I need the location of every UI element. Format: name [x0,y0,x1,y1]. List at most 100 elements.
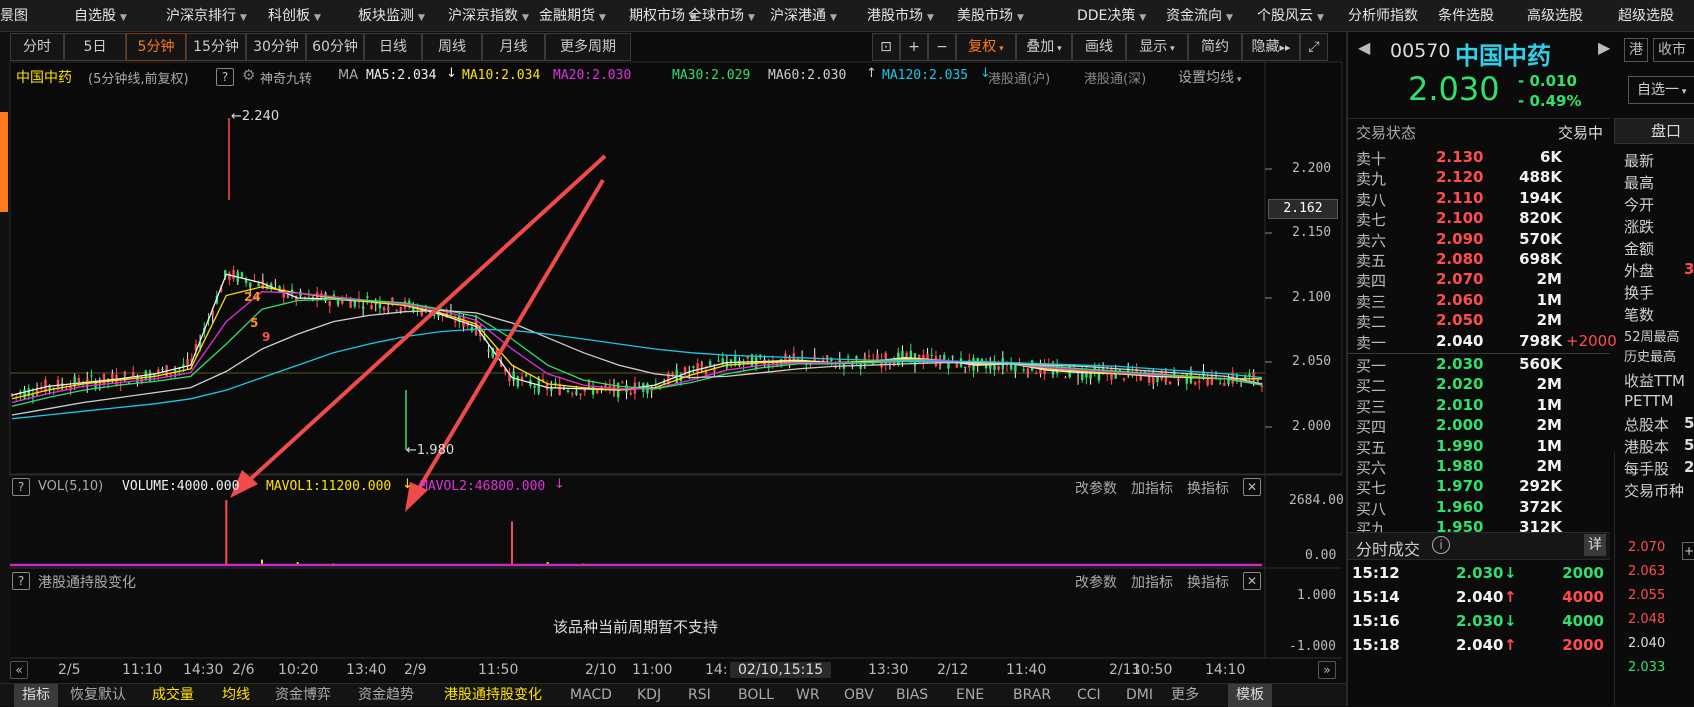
pankou-label: 金额 [1624,238,1654,259]
time-tick-label: 14:10 [1205,662,1245,678]
vol-params-button[interactable]: 改参数 [1075,478,1117,498]
indicator-tab-14[interactable]: ENE [956,684,984,707]
help-icon[interactable]: ? [216,68,234,86]
sell-level-row[interactable]: 卖十2.1306K [1356,148,1616,169]
indicator-tab-15[interactable]: BRAR [1013,684,1051,707]
vol-help-icon[interactable]: ? [12,478,30,496]
candle-body [362,306,364,308]
td-seq-label-b: 5 [250,316,258,330]
shenqi-label[interactable]: 神奇九转 [260,68,312,87]
sell-level-row[interactable]: 卖一2.040798K+2000 [1356,332,1616,353]
indicator-tab-10[interactable]: BOLL [738,684,774,707]
indicator-tab-7[interactable]: MACD [570,684,612,707]
candle-body [579,394,581,395]
indicator-tab-19[interactable]: 模板 [1228,684,1272,707]
arrow-down-icon: ↓ [1504,564,1517,582]
buy-level-row[interactable]: 买三2.0101M [1356,396,1616,417]
vol-switch-indicator-button[interactable]: 换指标 [1187,478,1229,498]
pankou-label: 收益TTM [1624,370,1685,391]
ggt-close-icon[interactable]: ✕ [1243,572,1261,590]
sell-level-row[interactable]: 卖七2.100820K [1356,209,1616,230]
buy-level-row[interactable]: 买二2.0202M [1356,375,1616,396]
price-change: - 0.010 [1518,72,1577,90]
sell-level-label: 卖三 [1356,291,1386,312]
sell-level-row[interactable]: 卖六2.090570K [1356,230,1616,251]
indicator-tab-9[interactable]: RSI [688,684,711,707]
ggt-axis-bottom: -1.000 [1289,639,1336,654]
pankou-tab[interactable]: 盘口 [1614,118,1694,144]
indicator-tab-5[interactable]: 资金趋势 [358,684,414,707]
indicator-tab-17[interactable]: DMI [1126,684,1153,707]
indicator-tab-18[interactable]: 更多 [1171,684,1199,707]
td-seq-label-c: 9 [262,330,270,344]
sell-level-row[interactable]: 卖九2.120488K [1356,168,1616,189]
ggt-switch-indicator-button[interactable]: 换指标 [1187,572,1229,592]
indicator-tab-3[interactable]: 均线 [222,684,250,707]
time-tick-label: 13:30 [868,662,908,678]
candle-body [567,390,569,392]
sell-level-row[interactable]: 卖八2.110194K [1356,189,1616,210]
ggt-hu-toggle[interactable]: 港股通(沪) [988,68,1050,87]
buy-level-row[interactable]: 买五1.9901M [1356,437,1616,458]
buy-level-label: 买八 [1356,498,1386,519]
prev-stock-icon[interactable]: ◀ [1358,38,1370,57]
buy-level-row[interactable]: 买七1.970292K [1356,477,1616,498]
sell-level-row[interactable]: 卖四2.0702M [1356,270,1616,291]
candle-body [630,393,632,395]
indicator-tab-11[interactable]: WR [796,684,820,707]
indicator-tab-bar: 指标恢复默认 成交量 均线 资金博弈 资金趋势 港股通持股变化 MACD KDJ RSI BOLL… [0,683,1346,706]
time-tick-label: 2/6 [232,662,255,678]
candle-body [533,386,535,388]
sell-level-volume: 194K [1508,189,1562,207]
next-stock-icon[interactable]: ▶ [1598,38,1610,57]
price-tick-label: 2.200 [1292,161,1331,176]
indicator-tab-2[interactable]: 成交量 [152,684,194,707]
price-tick-label: 2.000 [1292,419,1331,434]
sell-level-label: 卖九 [1356,168,1386,189]
indicator-tab-12[interactable]: OBV [844,684,874,707]
indicator-tab-0[interactable]: 指标 [14,684,58,707]
indicator-tab-4[interactable]: 资金博弈 [275,684,331,707]
gear-icon[interactable]: ⚙ [242,66,255,84]
pankou-label: 外盘 [1624,260,1654,281]
indicator-tab-8[interactable]: KDJ [637,684,661,707]
scroll-right-icon[interactable]: » [1318,661,1336,679]
indicator-tab-1[interactable]: 恢复默认 [70,684,126,707]
sell-level-price: 2.130 [1436,148,1483,166]
trade-status-value: 交易中 [1558,122,1603,143]
watchlist-dropdown[interactable]: 自选一 ▾ [1628,76,1694,104]
vol-add-indicator-button[interactable]: 加指标 [1131,478,1173,498]
ma-label: MA [338,68,358,83]
trades-detail-button[interactable]: 详 [1584,534,1606,556]
vol-label: VOL(5,10) [38,479,103,494]
buy-level-row[interactable]: 买六1.9802M [1356,457,1616,478]
candle-body [621,382,623,383]
indicator-tab-13[interactable]: BIAS [896,684,928,707]
mini-chart-plus-icon[interactable]: + [1682,542,1694,560]
candle-body [329,301,331,305]
sell-level-row[interactable]: 卖五2.080698K [1356,250,1616,271]
ma-settings-button[interactable]: 设置均线 ▾ [1178,67,1241,87]
ggt-params-button[interactable]: 改参数 [1075,572,1117,592]
price-tick-label: 2.100 [1292,290,1331,305]
buy-level-row[interactable]: 买四2.0002M [1356,416,1616,437]
indicator-tab-6[interactable]: 港股通持股变化 [444,684,542,707]
sell-level-row[interactable]: 卖三2.0601M [1356,291,1616,312]
buy-level-volume: 2M [1508,457,1562,475]
buy-level-row[interactable]: 买一2.030560K [1356,355,1616,376]
sell-level-change: +2000 [1566,332,1617,350]
time-tick-label: 2/5 [58,662,81,678]
ggt-add-indicator-button[interactable]: 加指标 [1131,572,1173,592]
pankou-label: 52周最高 [1624,326,1680,345]
buy-level-label: 买二 [1356,375,1386,396]
ggt-help-icon[interactable]: ? [12,572,30,590]
buy-level-label: 买三 [1356,396,1386,417]
ggt-shen-toggle[interactable]: 港股通(深) [1084,68,1146,87]
scroll-left-icon[interactable]: « [10,661,28,679]
vol-close-icon[interactable]: ✕ [1243,478,1261,496]
indicator-tab-16[interactable]: CCI [1077,684,1101,707]
info-icon[interactable]: i [1432,536,1450,554]
candle-body [454,321,456,322]
buy-level-row[interactable]: 买八1.960372K [1356,498,1616,519]
sell-level-row[interactable]: 卖二2.0502M [1356,311,1616,332]
